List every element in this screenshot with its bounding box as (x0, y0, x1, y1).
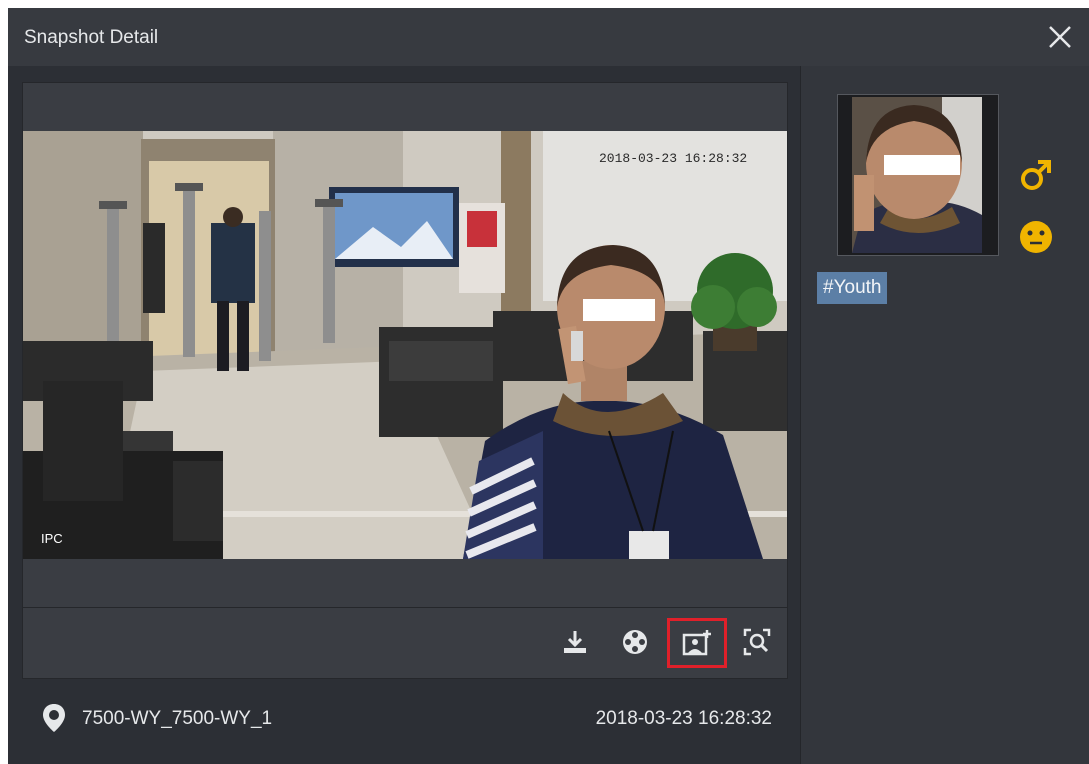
image-add-icon (682, 630, 711, 656)
male-icon (1021, 160, 1051, 190)
snapshot-info-row: 7500-WY_7500-WY_1 2018-03-23 16:28:32 (22, 692, 786, 742)
face-thumbnail (837, 94, 999, 256)
snapshot-detail-dialog: Snapshot Detail IPC 2018-03-23 16:28:32 … (8, 8, 1089, 764)
capture-timestamp: 2018-03-23 16:28:32 (595, 708, 772, 729)
face-crop-image (852, 97, 982, 253)
snapshot-panel: IPC 2018-03-23 16:28:32 7500-WY_7500-WY_… (8, 66, 800, 764)
download-icon (564, 631, 586, 653)
snapshot-toolbar (22, 608, 788, 679)
location-pin-icon (43, 704, 65, 732)
camera-label: IPC (41, 531, 63, 546)
close-button[interactable] (1045, 22, 1075, 52)
watermark-timestamp: 2018-03-23 16:28:32 (599, 151, 748, 166)
face-details-panel: #Youth (800, 66, 1089, 764)
neutral-face-icon (1020, 221, 1052, 253)
play-video-button[interactable] (613, 620, 657, 664)
dialog-title: Snapshot Detail (24, 27, 159, 48)
title-bar: Snapshot Detail (8, 8, 1089, 66)
image-search-icon (743, 628, 771, 656)
close-icon (1049, 26, 1071, 48)
search-by-image-button[interactable] (735, 620, 779, 664)
snapshot-image: IPC 2018-03-23 16:28:32 (23, 131, 787, 559)
snapshot-viewer: IPC 2018-03-23 16:28:32 (22, 82, 788, 608)
add-to-face-library-button[interactable] (667, 618, 727, 668)
camera-location: 7500-WY_7500-WY_1 (82, 708, 273, 729)
film-reel-icon (623, 630, 647, 654)
age-tag[interactable]: #Youth (817, 272, 888, 304)
download-button[interactable] (553, 620, 597, 664)
